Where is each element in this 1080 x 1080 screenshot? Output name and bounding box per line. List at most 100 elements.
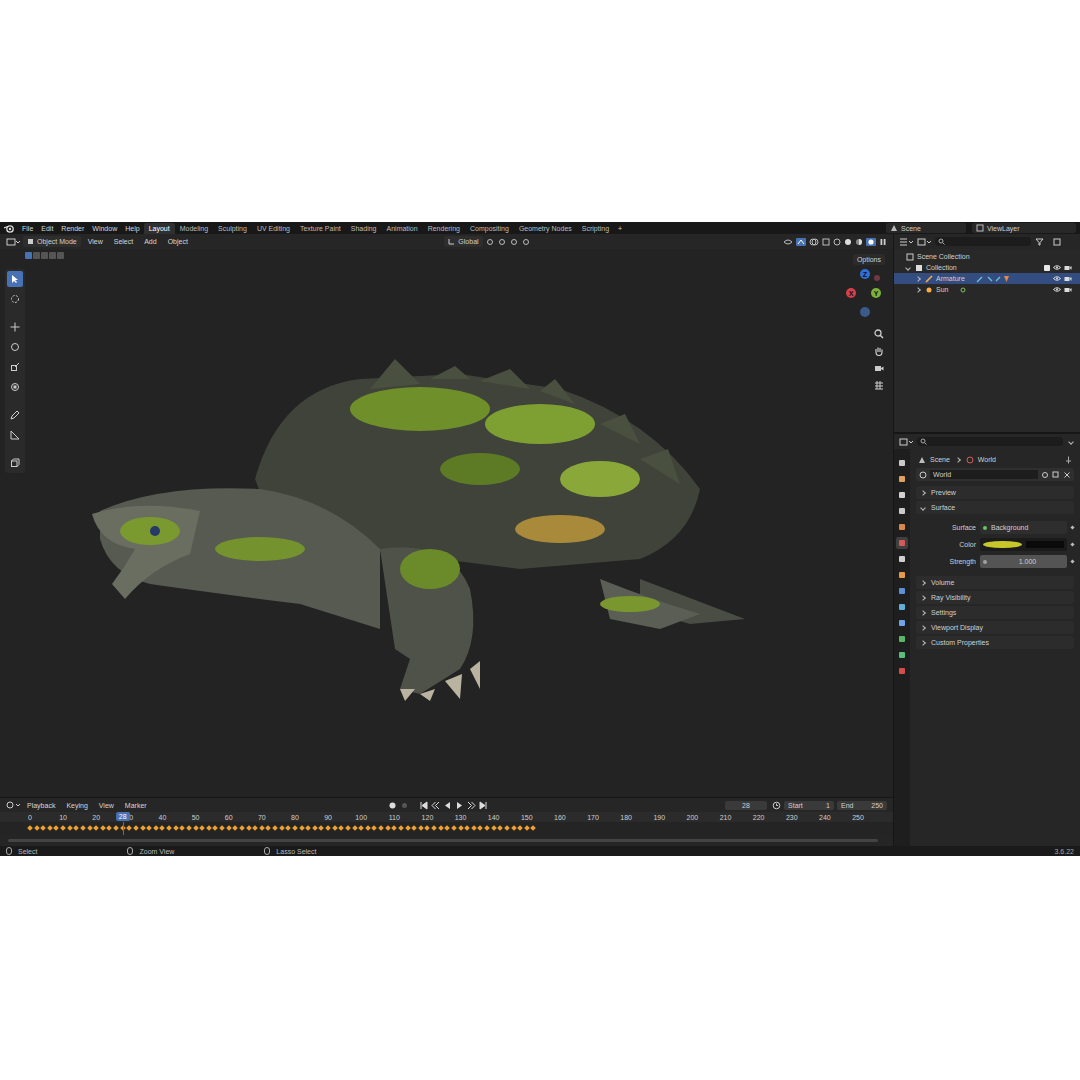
eye-icon[interactable] — [1053, 264, 1061, 271]
keyframe[interactable] — [127, 825, 133, 831]
color-swatch[interactable] — [1026, 541, 1065, 548]
prev-key-icon[interactable] — [431, 801, 440, 810]
axis-ball[interactable]: X — [846, 288, 856, 298]
keyframe[interactable] — [246, 825, 252, 831]
turtle-model[interactable] — [0, 249, 893, 797]
socket-icon[interactable] — [983, 541, 1022, 548]
keyframe[interactable] — [372, 825, 378, 831]
section-arrow-icon[interactable] — [920, 580, 926, 586]
outliner-row[interactable]: Armature — [894, 273, 1080, 284]
keyframe[interactable] — [80, 825, 86, 831]
keyframe[interactable] — [193, 825, 199, 831]
keyframe[interactable] — [305, 825, 311, 831]
blender-logo-icon[interactable] — [4, 224, 14, 233]
keyframe[interactable] — [292, 825, 298, 831]
keyframe[interactable] — [299, 825, 305, 831]
keyframe[interactable] — [259, 825, 265, 831]
play-icon[interactable] — [455, 801, 464, 810]
keyframe[interactable] — [153, 825, 159, 831]
properties-search[interactable] — [917, 437, 1063, 446]
properties-tab-icon[interactable] — [896, 633, 908, 645]
keyframe[interactable] — [418, 825, 424, 831]
properties-tab-icon[interactable] — [896, 457, 908, 469]
mode-dropdown[interactable]: Object Mode — [23, 236, 81, 247]
timeline-scrollbar[interactable] — [0, 835, 893, 846]
keyframe[interactable] — [458, 825, 464, 831]
workspace-tab[interactable]: Texture Paint — [295, 223, 346, 234]
keyframe[interactable] — [233, 825, 239, 831]
properties-tab-icon[interactable] — [896, 537, 908, 549]
solid-icon[interactable] — [844, 238, 852, 246]
wireframe-icon[interactable] — [833, 238, 841, 246]
start-frame-field[interactable]: Start1 — [784, 801, 834, 810]
keyframe[interactable] — [352, 825, 358, 831]
keyframe[interactable] — [497, 825, 503, 831]
keyframe-track[interactable] — [0, 822, 893, 835]
timeline-editor-icon[interactable] — [6, 801, 20, 809]
workspace-tab[interactable]: Geometry Nodes — [514, 223, 577, 234]
selection-mode-icon[interactable] — [41, 252, 48, 259]
current-frame-field[interactable]: 28 — [725, 801, 767, 810]
hand-icon[interactable] — [874, 346, 884, 356]
keyframe[interactable] — [285, 825, 291, 831]
keyframe[interactable] — [517, 825, 523, 831]
expand-arrow-icon[interactable] — [915, 287, 921, 293]
keyframe[interactable] — [199, 825, 205, 831]
keyframe[interactable] — [398, 825, 404, 831]
jump-end-icon[interactable] — [479, 801, 488, 810]
keyframe[interactable] — [87, 825, 93, 831]
keyframe[interactable] — [332, 825, 338, 831]
menu-item[interactable]: Window — [88, 224, 121, 233]
keyframe[interactable] — [67, 825, 73, 831]
workspace-tab[interactable]: Compositing — [465, 223, 514, 234]
snap-icon[interactable] — [510, 238, 519, 246]
keyframe[interactable] — [385, 825, 391, 831]
properties-tab-icon[interactable] — [896, 665, 908, 677]
keyframe[interactable] — [133, 825, 139, 831]
overlay-icon[interactable] — [809, 238, 819, 246]
section-arrow-icon[interactable] — [920, 595, 926, 601]
scene-field[interactable]: Scene — [886, 223, 966, 233]
viewport-menu[interactable]: Add — [140, 237, 160, 246]
selection-mode-icon[interactable] — [49, 252, 56, 259]
keyframe[interactable] — [107, 825, 113, 831]
keyframe[interactable] — [219, 825, 225, 831]
keyframe[interactable] — [358, 825, 364, 831]
workspace-tab[interactable]: Rendering — [423, 223, 465, 234]
axis-ball[interactable]: Z — [860, 269, 870, 279]
viewport-menu[interactable]: Object — [164, 237, 192, 246]
keyframe[interactable] — [34, 825, 40, 831]
cursor-tool[interactable] — [7, 291, 23, 307]
keyframe[interactable] — [471, 825, 477, 831]
menu-item[interactable]: Render — [57, 224, 88, 233]
property-value[interactable] — [980, 538, 1067, 551]
play-reverse-icon[interactable] — [443, 801, 452, 810]
keyframe[interactable] — [319, 825, 325, 831]
keyframe[interactable] — [444, 825, 450, 831]
keyframe[interactable] — [405, 825, 411, 831]
socket-icon[interactable] — [983, 560, 987, 564]
properties-tab-icon[interactable] — [896, 553, 908, 565]
section-arrow-icon[interactable] — [920, 640, 926, 646]
annotate-tool[interactable] — [7, 407, 23, 423]
keyframe[interactable] — [60, 825, 66, 831]
properties-tab-icon[interactable] — [896, 473, 908, 485]
section-arrow-icon[interactable] — [920, 610, 926, 616]
section-arrow-icon[interactable] — [920, 490, 926, 496]
keyframe[interactable] — [524, 825, 530, 831]
menu-item[interactable]: Edit — [37, 224, 57, 233]
eye-icon[interactable] — [1053, 275, 1061, 282]
snap-icon[interactable] — [522, 238, 531, 246]
keyframe[interactable] — [252, 825, 258, 831]
select-box-tool[interactable] — [7, 271, 23, 287]
keyframe-toggle-icon[interactable] — [1070, 559, 1074, 563]
keyframe-toggle-icon[interactable] — [1070, 525, 1074, 529]
orientation-dropdown[interactable]: Global — [444, 236, 482, 247]
keyframe[interactable] — [239, 825, 245, 831]
render-camera-icon[interactable] — [1064, 275, 1072, 282]
selection-mode-icon[interactable] — [25, 252, 32, 259]
duplicate-icon[interactable] — [1052, 471, 1060, 479]
keyframe[interactable] — [504, 825, 510, 831]
add-workspace-button[interactable]: + — [614, 224, 626, 233]
properties-section[interactable]: Preview — [916, 486, 1074, 499]
